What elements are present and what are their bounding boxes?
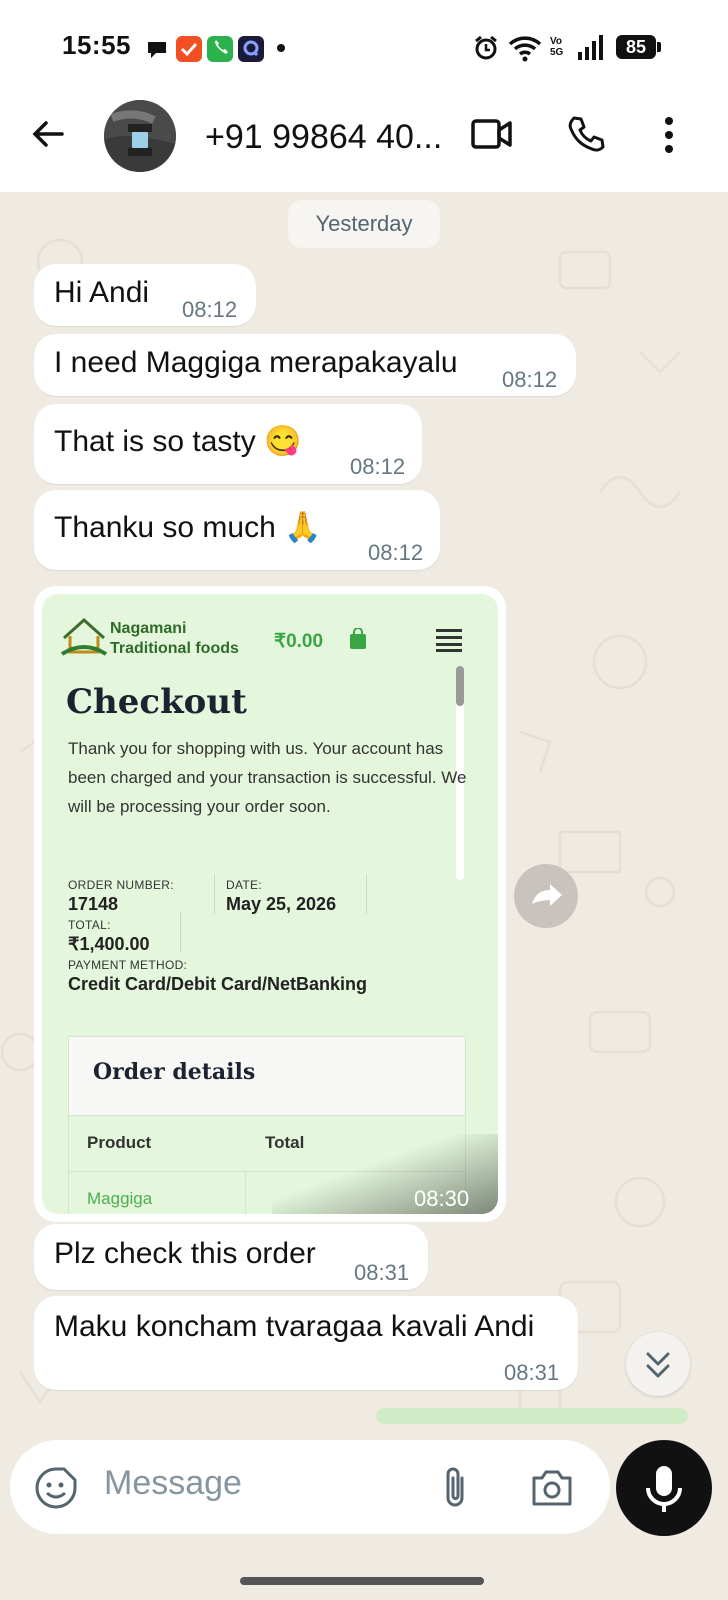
avatar[interactable] <box>104 100 176 172</box>
wifi-icon <box>508 34 542 67</box>
order-date-value: May 25, 2026 <box>226 894 337 914</box>
image-message-bubble[interactable]: Nagamani Traditional foods ₹0.00 Checkou… <box>34 586 506 1222</box>
message-text: I need Maggiga merapakayalu <box>54 346 458 379</box>
back-arrow-icon[interactable] <box>28 114 68 159</box>
message-bubble[interactable]: Hi Andi 08:12 <box>34 264 256 326</box>
message-text: That is so tasty 😋 <box>54 425 302 458</box>
sticker-icon[interactable] <box>34 1466 78 1515</box>
product-name: Maggiga <box>87 1189 153 1208</box>
shopping-bag-icon <box>348 627 368 655</box>
typing-progress-bar <box>376 1408 688 1424</box>
search-app-notification-icon <box>238 36 264 62</box>
video-call-icon[interactable] <box>470 116 514 157</box>
shop-name-line1: Nagamani <box>110 620 187 637</box>
checkout-message: Thank you for shopping with us. Your acc… <box>68 739 467 816</box>
tasks-notification-icon <box>176 36 202 62</box>
checkout-heading: Checkout <box>66 682 247 722</box>
message-bubble[interactable]: Maku koncham tvaragaa kavali Andi 08:31 <box>34 1296 578 1390</box>
chat-area[interactable]: Yesterday Hi Andi 08:12 I need Maggiga m… <box>0 192 728 1462</box>
camera-icon[interactable] <box>530 1466 574 1513</box>
column-header-product: Product <box>87 1133 152 1152</box>
message-composer[interactable]: Message <box>10 1440 610 1534</box>
order-date-label: DATE: <box>226 878 262 892</box>
microphone-icon <box>646 1466 682 1512</box>
message-time: 08:12 <box>350 454 406 479</box>
order-details-header: Order details <box>69 1037 465 1116</box>
forward-icon <box>532 884 562 906</box>
message-text: Thanku so much 🙏 <box>54 511 322 544</box>
message-text: Plz check this order <box>54 1237 316 1270</box>
divider <box>180 912 181 952</box>
voice-message-button[interactable] <box>616 1440 712 1536</box>
chat-bubble-notification-icon <box>144 36 170 62</box>
date-separator: Yesterday <box>288 200 440 248</box>
order-total-value: ₹1,400.00 <box>68 934 150 954</box>
payment-method-value: Credit Card/Debit Card/NetBanking <box>68 974 368 994</box>
battery-level: 85 <box>625 37 647 57</box>
divider <box>214 874 215 914</box>
attach-icon[interactable] <box>438 1464 472 1517</box>
battery-indicator: 85 <box>616 35 656 59</box>
message-time: 08:12 <box>182 297 238 322</box>
message-bubble[interactable]: That is so tasty 😋 08:12 <box>34 404 422 484</box>
cart-total: ₹0.00 <box>274 631 324 652</box>
order-number-value: 17148 <box>68 894 119 914</box>
order-total-label: TOTAL: <box>68 918 111 932</box>
image-message-time: 08:30 <box>414 1186 470 1211</box>
shop-logo-icon <box>60 616 108 663</box>
signal-icon <box>576 34 606 65</box>
alarm-icon <box>472 34 500 67</box>
order-details-heading: Order details <box>93 1059 256 1085</box>
phone-call-icon[interactable] <box>566 114 606 159</box>
message-text: Maku koncham tvaragaa kavali Andi <box>54 1310 535 1343</box>
message-bubble[interactable]: Plz check this order 08:31 <box>34 1224 428 1290</box>
divider <box>245 1171 246 1214</box>
checkout-screenshot-image[interactable]: Nagamani Traditional foods ₹0.00 Checkou… <box>42 594 498 1214</box>
network-type-label: Vo 5G <box>550 36 564 58</box>
more-options-icon[interactable] <box>662 116 676 159</box>
message-time: 08:12 <box>368 540 424 565</box>
payment-method-label: PAYMENT METHOD: <box>68 958 188 972</box>
scroll-to-bottom-button[interactable] <box>626 1332 690 1396</box>
message-bubble[interactable]: Thanku so much 🙏 08:12 <box>34 490 440 570</box>
message-time: 08:31 <box>504 1360 560 1385</box>
more-notifications-dot-icon <box>277 44 285 52</box>
phone-notification-icon <box>207 36 233 62</box>
message-text: Hi Andi <box>54 276 150 309</box>
message-time: 08:12 <box>502 367 558 392</box>
hamburger-menu-icon <box>436 628 462 657</box>
shop-name-line2: Traditional foods <box>110 640 239 657</box>
home-indicator[interactable] <box>240 1577 484 1585</box>
divider <box>366 874 367 914</box>
order-number-label: ORDER NUMBER: <box>68 878 174 892</box>
message-input[interactable]: Message <box>104 1464 242 1503</box>
message-bubble[interactable]: I need Maggiga merapakayalu 08:12 <box>34 334 576 396</box>
message-time: 08:31 <box>354 1260 410 1285</box>
status-bar: 15:55 Vo 5G 85 <box>0 0 728 96</box>
battery-tip <box>657 42 661 52</box>
forward-button[interactable] <box>514 864 578 928</box>
contact-name[interactable]: +91 99864 40... <box>205 118 442 157</box>
status-time: 15:55 <box>62 30 131 60</box>
double-chevron-down-icon <box>646 1352 670 1378</box>
